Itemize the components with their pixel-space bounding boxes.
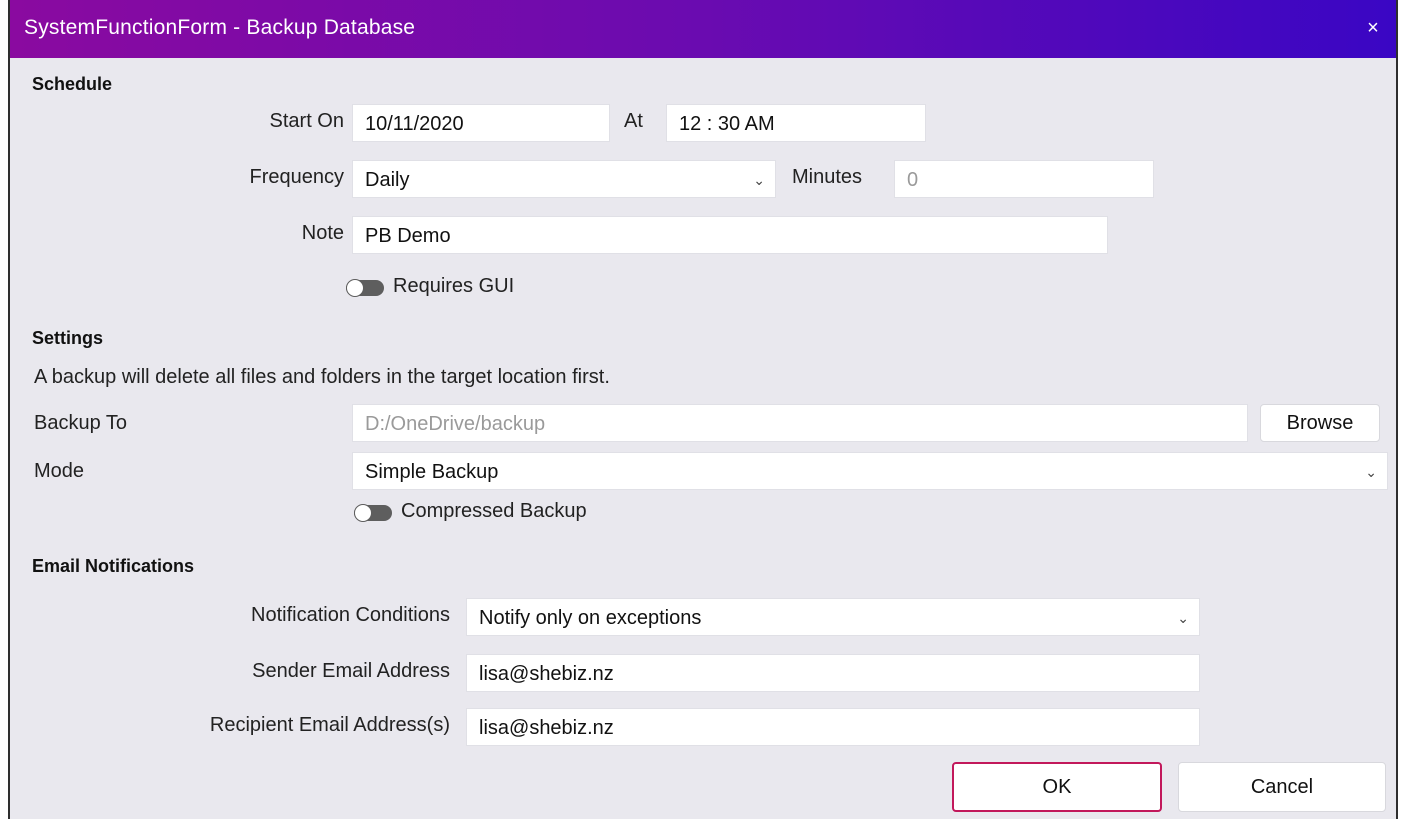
chevron-down-icon: ⌄ — [1177, 610, 1189, 626]
frequency-select[interactable]: Daily ⌄ — [352, 160, 776, 198]
compressed-backup-toggle[interactable] — [354, 504, 392, 522]
recipient-email-input[interactable]: lisa@shebiz.nz — [466, 708, 1200, 746]
ok-button[interactable]: OK — [952, 762, 1162, 812]
title-bar: SystemFunctionForm - Backup Database × — [10, 0, 1396, 58]
close-icon[interactable]: × — [1360, 14, 1386, 42]
sender-email-input[interactable]: lisa@shebiz.nz — [466, 654, 1200, 692]
backup-warning-text: A backup will delete all files and folde… — [34, 366, 610, 388]
backup-to-path-input[interactable]: D:/OneDrive/backup — [352, 404, 1248, 442]
note-label: Note — [301, 222, 344, 244]
cancel-button[interactable]: Cancel — [1178, 762, 1386, 812]
chevron-down-icon: ⌄ — [1365, 464, 1377, 480]
requires-gui-label: Requires GUI — [393, 275, 515, 297]
backup-to-label: Backup To — [34, 412, 128, 434]
notification-conditions-value: Notify only on exceptions — [479, 607, 702, 629]
at-time-input[interactable]: 12 : 30 AM — [666, 104, 926, 142]
window-title: SystemFunctionForm - Backup Database — [24, 16, 416, 39]
mode-select[interactable]: Simple Backup ⌄ — [352, 452, 1388, 490]
frequency-label: Frequency — [249, 166, 345, 188]
minutes-label: Minutes — [792, 166, 863, 188]
mode-label: Mode — [34, 460, 85, 482]
email-section-title: Email Notifications — [32, 556, 195, 576]
schedule-section-title: Schedule — [32, 74, 113, 94]
mode-value: Simple Backup — [365, 461, 499, 483]
settings-section-title: Settings — [32, 328, 104, 348]
recipient-email-label: Recipient Email Address(s) — [209, 714, 450, 736]
start-on-date-input[interactable]: 10/11/2020 — [352, 104, 610, 142]
compressed-backup-label: Compressed Backup — [401, 500, 587, 522]
notification-conditions-select[interactable]: Notify only on exceptions ⌄ — [466, 598, 1200, 636]
chevron-down-icon: ⌄ — [753, 172, 765, 188]
frequency-value: Daily — [365, 169, 410, 191]
sender-email-label: Sender Email Address — [252, 660, 450, 682]
backup-database-dialog: SystemFunctionForm - Backup Database × S… — [8, 0, 1398, 819]
minutes-input[interactable]: 0 — [894, 160, 1154, 198]
start-on-label: Start On — [269, 110, 344, 132]
note-input[interactable]: PB Demo — [352, 216, 1108, 254]
toggle-knob — [346, 279, 364, 297]
toggle-knob — [354, 504, 372, 522]
notification-conditions-label: Notification Conditions — [251, 604, 450, 626]
requires-gui-toggle[interactable] — [346, 279, 384, 297]
browse-button[interactable]: Browse — [1260, 404, 1380, 442]
at-label: At — [624, 110, 643, 132]
